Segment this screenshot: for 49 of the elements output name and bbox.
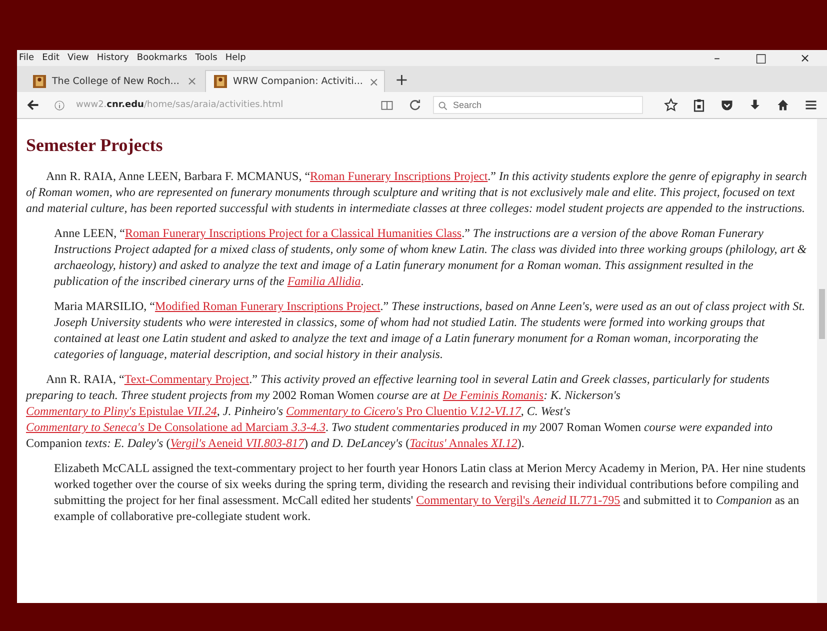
window-control[interactable]: □	[739, 51, 783, 65]
menu-item[interactable]: Help	[225, 53, 246, 63]
tab-title: WRW Companion: Activiti...	[233, 76, 363, 87]
menu-item[interactable]: View	[68, 53, 89, 63]
star-icon[interactable]	[664, 98, 678, 112]
paragraph: Ann R. RAIA, “Text-Commentary Project.” This activity proved an effective learning tool in several Latin and Greek classes, particularly for students preparing to teach. Three student projects from my 2002 Roman Women course are at De Feminis Romanis: K. Nickerson's Commentary to Pliny's Epistulae VII.24, J. Pinheiro's Commentary to Cicero's Pro Cluentio V.12-VI.17, C. West's Commentary to Seneca's De Consolatione ad Marciam 3.3-4.3. Two student commentaries produced in my 2007 Roman Women course were expanded into Companion texts: E. Daley's (Vergil's Aeneid VII.803-817) and D. DeLancey's (Tacitus' Annales XI.12).	[26, 371, 774, 451]
download-icon[interactable]	[748, 98, 762, 112]
clipboard-icon[interactable]	[692, 98, 706, 112]
window-control[interactable]: –	[695, 51, 739, 65]
menu-item[interactable]: History	[96, 53, 129, 63]
home-icon[interactable]	[776, 98, 790, 112]
text-link[interactable]: Commentary to Seneca's De Consolatione ad Marciam 3.3-4.3	[26, 420, 326, 434]
painting-icon	[214, 75, 227, 88]
menu-icon[interactable]	[804, 98, 818, 112]
search-field[interactable]: Search	[433, 96, 643, 114]
shield-icon[interactable]	[720, 98, 734, 112]
text-link[interactable]: Modified Roman Funerary Inscriptions Project	[154, 299, 380, 313]
menu-item[interactable]: Tools	[195, 53, 218, 63]
text-link[interactable]: Text-Commentary Project	[124, 372, 250, 386]
painting-icon	[33, 74, 46, 88]
menu-item[interactable]: Edit	[42, 53, 60, 63]
close-tab-button[interactable]: ×	[368, 74, 379, 88]
browser-tab[interactable]: WRW Companion: Activiti... ×	[205, 70, 385, 92]
text-link[interactable]: De Feminis Romanis	[442, 388, 544, 402]
text-link[interactable]: Commentary to Pliny's Epistulae VII.24	[26, 404, 217, 418]
paragraph: Elizabeth McCALL assigned the text-commentary project to her fourth year Honors Latin class at Merion Mercy Academy in Merion, PA. Her nine students worked together over the course of six weeks during the spring term, dividing the research and revising their individual contributions before compiling and submitting the project for her final assessment. McCall edited her students' Commentary to Vergil's Aeneid II.771-795 and submitted it to Companion as an example of collaborative pre-collegiate student work.	[54, 460, 807, 524]
browser-tab[interactable]: The College of New Roch... ×	[25, 70, 205, 92]
back-icon[interactable]	[26, 98, 40, 112]
search-icon	[438, 101, 448, 111]
text-link[interactable]: Commentary to Cicero's Pro Cluentio V.12-VI.17	[286, 404, 521, 418]
reload-icon[interactable]	[408, 98, 422, 112]
text-link[interactable]: Roman Funerary Inscriptions Project for a Classical Humanities Class	[124, 226, 462, 240]
text-link[interactable]: Tacitus' Annales XI.12	[410, 436, 518, 450]
new-tab-button[interactable]: +	[385, 70, 418, 92]
tab-title: The College of New Roch...	[52, 76, 180, 86]
menu-item[interactable]: File	[19, 53, 34, 63]
paragraph: Anne LEEN, “Roman Funerary Inscriptions Project for a Classical Humanities Class.” The instructions are a version of the above Roman Funerary Instructions Project adapted for a mixed class of students, only some of whom knew Latin. The class was divided into three working groups (philology, art & archaeology, history) and asked to analyze the text and image of a Latin funerary monument for a Roman woman. This assignment resulted in the publication of the inscribed cinerary urns of the Familia Allidia.	[54, 225, 808, 289]
text-link[interactable]: Familia Allidia	[287, 274, 361, 288]
page-heading: Semester Projects	[26, 135, 164, 156]
text-link[interactable]: Commentary to Vergil's Aeneid II.771-795	[416, 493, 620, 507]
text-link[interactable]: Vergil's Aeneid VII.803-817	[170, 436, 304, 450]
window-control[interactable]: ×	[783, 51, 827, 65]
paragraph: Ann R. RAIA, Anne LEEN, Barbara F. MCMANUS, “Roman Funerary Inscriptions Project.” In this activity students explore the genre of epigraphy in search of Roman women, who are represented on funerary monuments through sculpture and writing that is not exclusively male and elite. This project, focused on text and material culture, has been reported successful with students in intermediate classes at three colleges: model student projects are appended to the instructions.	[26, 168, 808, 216]
text-link[interactable]: Roman Funerary Inscriptions Project	[310, 169, 488, 183]
info-icon[interactable]	[54, 100, 65, 110]
url-text[interactable]: www2.cnr.edu/home/sas/araia/activities.html	[76, 100, 369, 110]
paragraph: Maria MARSILIO, “Modified Roman Funerary Inscriptions Project.” These instructions, based on Anne Leen's, were used as an out of class project with St. Joseph University students who were interested in classics, some of whom had not studied Latin. The students were formed into working groups that contained at least one Latin student and asked to analyze the text and image of a Latin funerary monument for a Roman woman, incorporating the categories of language, material description, and social history in their analysis.	[54, 298, 806, 362]
menu-item[interactable]: Bookmarks	[136, 53, 188, 63]
reader-view-icon[interactable]	[380, 98, 394, 112]
